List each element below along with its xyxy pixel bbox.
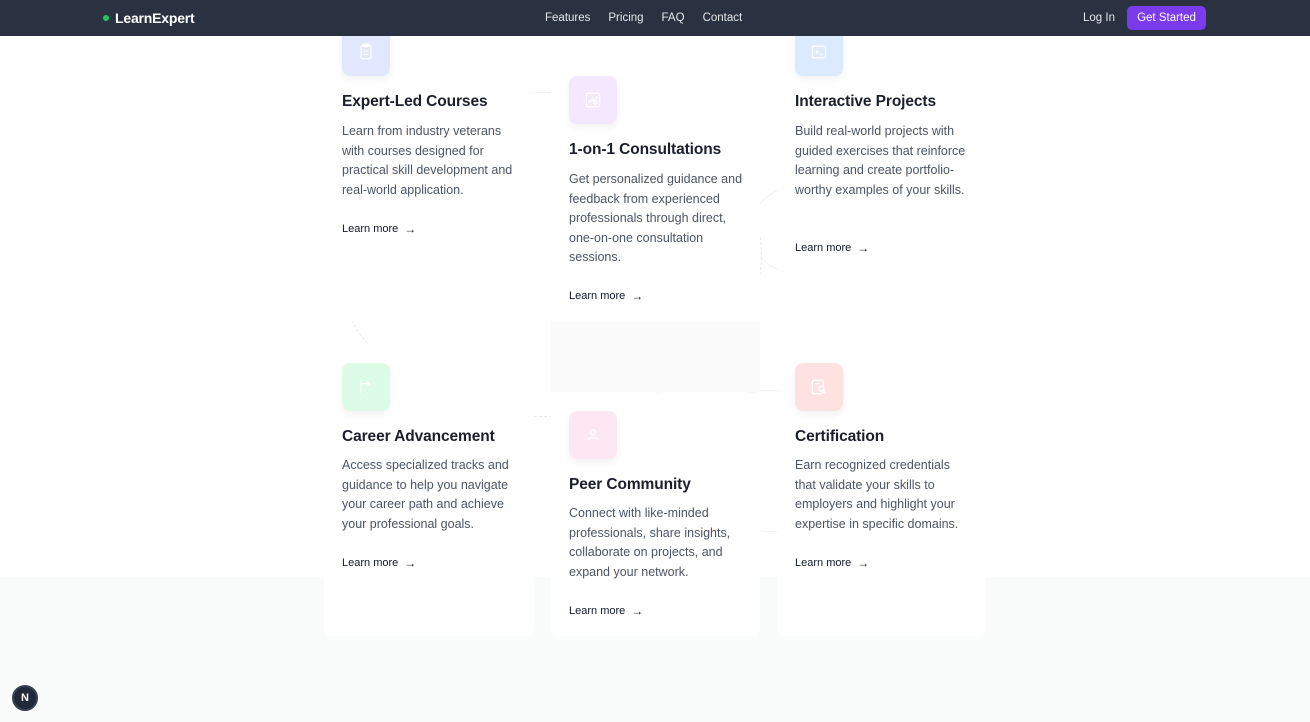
nav-link-features[interactable]: Features	[545, 12, 590, 24]
user-icon	[569, 411, 617, 459]
arrow-right-icon: →	[857, 241, 870, 255]
arrow-right-icon: →	[857, 556, 870, 570]
get-started-button[interactable]: Get Started	[1127, 6, 1206, 30]
nav-link-contact[interactable]: Contact	[703, 12, 743, 24]
flag-arrow-icon	[342, 363, 390, 411]
feature-title: Career Advancement	[342, 428, 495, 445]
brand-dot-icon	[103, 15, 109, 21]
learn-more-label: Learn more	[342, 557, 399, 569]
arrow-right-icon: →	[631, 604, 644, 618]
chart-board-icon	[569, 76, 617, 124]
learn-more-label: Learn more	[569, 290, 626, 302]
learn-more-link[interactable]: Learn more →	[342, 556, 416, 570]
feature-description: Get personalized guidance and feedback f…	[569, 172, 743, 265]
learn-more-link[interactable]: Learn more →	[342, 222, 416, 236]
login-link[interactable]: Log In	[1083, 0, 1115, 36]
feature-title: Certification	[795, 428, 885, 445]
learn-more-label: Learn more	[795, 557, 852, 569]
brand-logo[interactable]: LearnExpert	[103, 0, 195, 36]
certificate-icon	[795, 363, 843, 411]
learn-more-link[interactable]: Learn more →	[795, 556, 869, 570]
top-navbar: LearnExpert Features Pricing FAQ Contact…	[0, 0, 1310, 36]
learn-more-link[interactable]: Learn more →	[569, 289, 643, 303]
learn-more-label: Learn more	[795, 242, 852, 254]
feature-description: Access specialized tracks and guidance t…	[342, 458, 509, 531]
learn-more-link[interactable]: Learn more →	[569, 604, 643, 618]
feature-description: Earn recognized credentials that validat…	[795, 458, 959, 531]
feature-title: Expert-Led Courses	[342, 93, 488, 110]
learn-more-link[interactable]: Learn more →	[795, 241, 869, 255]
nav-link-pricing[interactable]: Pricing	[608, 12, 643, 24]
brand-name: LearnExpert	[115, 10, 195, 26]
feature-description: Connect with like-minded professionals, …	[569, 506, 731, 579]
feature-title: 1-on-1 Consultations	[569, 141, 722, 158]
feature-title: Peer Community	[569, 476, 691, 493]
feature-title: Interactive Projects	[795, 93, 937, 110]
arrow-right-icon: →	[631, 289, 644, 303]
arrow-right-icon: →	[404, 222, 417, 236]
learn-more-label: Learn more	[342, 223, 399, 235]
nextjs-dev-badge[interactable]: N	[12, 685, 38, 711]
feature-description: Learn from industry veterans with course…	[342, 124, 513, 197]
nav-links: Features Pricing FAQ Contact	[545, 0, 742, 36]
feature-description: Build real-world projects with guided ex…	[795, 124, 966, 197]
card-gap	[551, 322, 760, 392]
nav-link-faq[interactable]: FAQ	[662, 12, 685, 24]
arrow-right-icon: →	[404, 556, 417, 570]
learn-more-label: Learn more	[569, 605, 626, 617]
